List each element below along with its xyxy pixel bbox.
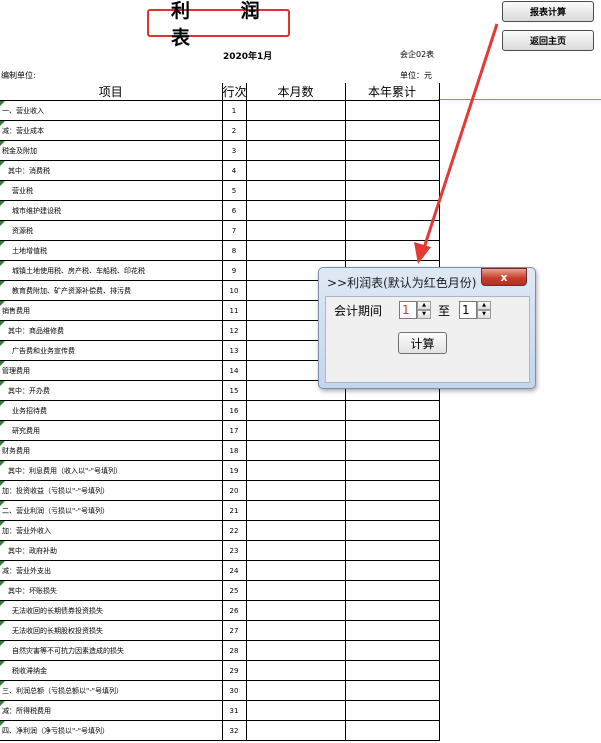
spin-up-icon[interactable]: ▲ bbox=[477, 301, 491, 310]
accounting-period-label: 会计期间 bbox=[334, 304, 383, 318]
dialog-title: >>利润表(默认为红色月份) bbox=[327, 276, 477, 290]
spin-down-icon[interactable]: ▼ bbox=[477, 310, 491, 319]
close-icon: x bbox=[500, 270, 508, 284]
spin-down-icon[interactable]: ▼ bbox=[417, 310, 431, 319]
dialog-body: 会计期间 ▲ ▼ 至 ▲ ▼ 计算 bbox=[325, 296, 530, 383]
calculate-button[interactable]: 计算 bbox=[398, 332, 447, 354]
period-to-input[interactable] bbox=[459, 301, 477, 319]
spin-up-icon[interactable]: ▲ bbox=[417, 301, 431, 310]
period-from-spinner[interactable]: ▲ ▼ bbox=[417, 301, 431, 319]
period-to-spinner[interactable]: ▲ ▼ bbox=[477, 301, 491, 319]
dialog-close-button[interactable]: x bbox=[481, 268, 527, 286]
period-from-input[interactable] bbox=[399, 301, 417, 319]
income-statement-dialog: >>利润表(默认为红色月份) x 会计期间 ▲ ▼ 至 ▲ ▼ 计算 bbox=[318, 267, 536, 389]
period-to-label: 至 bbox=[438, 304, 451, 318]
